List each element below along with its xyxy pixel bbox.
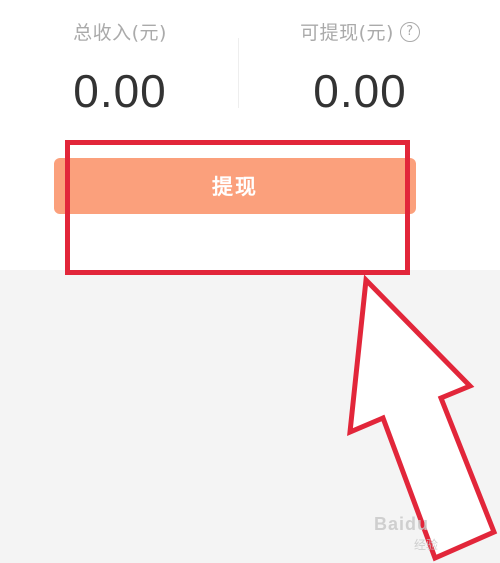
total-income-label: 总收入(元) xyxy=(0,18,240,45)
withdrawable-value: 0.00 xyxy=(313,65,407,117)
withdrawable-label: 可提现(元) ? xyxy=(240,18,480,45)
withdrawable-label-text: 可提现(元) xyxy=(300,22,394,44)
lower-background xyxy=(0,270,500,563)
total-income-value: 0.00 xyxy=(73,65,167,117)
stat-divider xyxy=(238,38,239,108)
total-income-label-text: 总收入(元) xyxy=(73,22,167,44)
earnings-panel: 总收入(元) 0.00 可提现(元) ? 0.00 提现 xyxy=(0,0,500,270)
withdraw-page: 总收入(元) 0.00 可提现(元) ? 0.00 提现 Baidu 经验 xyxy=(0,0,500,563)
withdraw-button[interactable]: 提现 xyxy=(54,158,416,214)
question-circle-icon[interactable]: ? xyxy=(399,21,420,42)
